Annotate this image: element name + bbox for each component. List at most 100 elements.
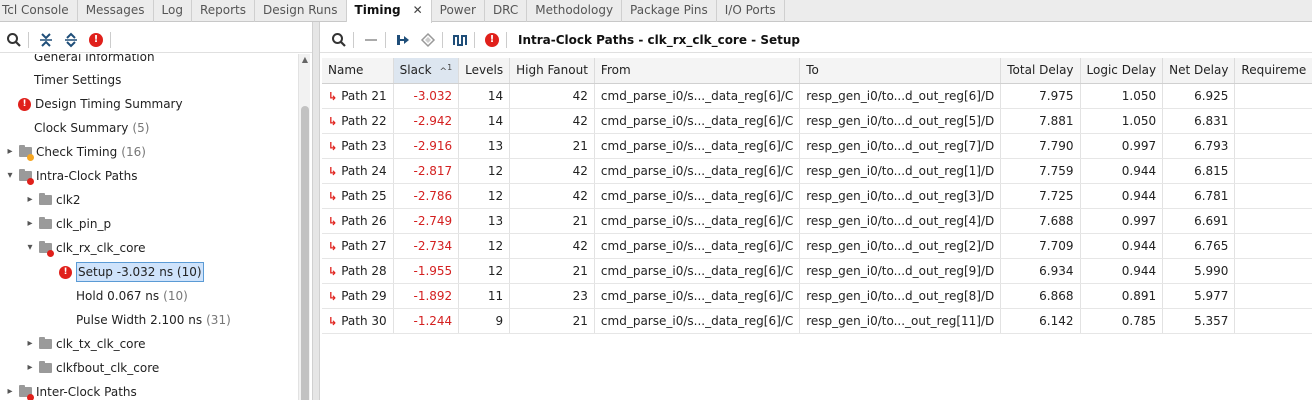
- collapse-all-icon[interactable]: [35, 29, 57, 51]
- chevron-down-icon[interactable]: ▾: [24, 237, 36, 259]
- cell-slack: -3.032: [393, 83, 460, 109]
- cell-name: ↳ Path 21: [322, 83, 394, 109]
- scrollbar-thumb[interactable]: [301, 106, 309, 400]
- chevron-right-icon[interactable]: ▸: [24, 357, 36, 379]
- table-row[interactable]: ↳ Path 28 -1.955 12 21 cmd_parse_i0/s..._data…: [322, 258, 1312, 284]
- column-header-high-fanout[interactable]: High Fanout: [509, 58, 595, 84]
- folder-error-icon: [38, 241, 54, 257]
- tree-item-design-timing-summary[interactable]: ! Design Timing Summary: [18, 93, 183, 115]
- tree-item-setup[interactable]: ! Setup -3.032 ns (10): [59, 261, 204, 283]
- cell-slack: -1.892: [393, 283, 460, 309]
- table-row[interactable]: ↳ Path 30 -1.244 9 21 cmd_parse_i0/s..._data_…: [322, 308, 1312, 334]
- tab-timing-label: Timing: [354, 3, 401, 17]
- cell-net-delay: 5.977: [1162, 283, 1236, 309]
- tab-messages[interactable]: Messages: [78, 0, 154, 22]
- cell-requirement: [1234, 208, 1312, 234]
- tree-item-timer-settings[interactable]: Timer Settings: [34, 69, 121, 91]
- chevron-down-icon[interactable]: ▾: [4, 165, 16, 187]
- pane-splitter[interactable]: [312, 22, 320, 400]
- column-header-slack[interactable]: Slack ^1: [393, 58, 460, 84]
- tab-package-pins[interactable]: Package Pins: [622, 0, 717, 22]
- cell-name: ↳ Path 24: [322, 158, 394, 184]
- search-icon[interactable]: [328, 29, 350, 51]
- tree-item-clk2[interactable]: ▸ clk2: [24, 189, 81, 211]
- tree-item-inter-clock-paths[interactable]: ▸ Inter-Clock Paths: [4, 381, 137, 400]
- column-header-from[interactable]: From: [594, 58, 801, 84]
- search-icon[interactable]: [3, 29, 25, 51]
- cell-levels: 12: [458, 183, 511, 209]
- table-row[interactable]: ↳ Path 26 -2.749 13 21 cmd_parse_i0/s..._data…: [322, 208, 1312, 234]
- tree-item-pulse-width[interactable]: Pulse Width 2.100 ns (31): [76, 309, 231, 331]
- tab-reports[interactable]: Reports: [192, 0, 256, 22]
- waveform-icon[interactable]: [449, 29, 471, 51]
- column-header-name[interactable]: Name: [322, 58, 394, 84]
- chevron-right-icon[interactable]: ▸: [24, 213, 36, 235]
- table-row[interactable]: ↳ Path 27 -2.734 12 42 cmd_parse_i0/s..._data…: [322, 233, 1312, 259]
- column-header-logic-delay[interactable]: Logic Delay: [1080, 58, 1164, 84]
- tree-item-label: Timer Settings: [34, 73, 122, 87]
- tree-item-label: Check Timing: [36, 145, 118, 159]
- cell-logic-delay: 0.891: [1080, 283, 1164, 309]
- table-row[interactable]: ↳ Path 23 -2.916 13 21 cmd_parse_i0/s..._data…: [322, 133, 1312, 159]
- tree-item-label: clk_tx_clk_core: [56, 337, 146, 351]
- chevron-right-icon[interactable]: ▸: [4, 381, 16, 400]
- column-header-to[interactable]: To: [799, 58, 1002, 84]
- tab-io-ports[interactable]: I/O Ports: [717, 0, 785, 22]
- chevron-right-icon[interactable]: ▸: [4, 141, 16, 163]
- tree-item-intra-clock-paths[interactable]: ▾ Intra-Clock Paths: [4, 165, 138, 187]
- cell-requirement: [1234, 108, 1312, 134]
- cell-levels: 13: [458, 133, 511, 159]
- tree-item-count: (5): [132, 121, 150, 135]
- folder-icon: [38, 217, 52, 231]
- cell-from: cmd_parse_i0/s..._data_reg[6]/C: [594, 258, 801, 284]
- toolbar-separator: [506, 31, 507, 48]
- tab-design-runs[interactable]: Design Runs: [255, 0, 347, 22]
- tab-timing[interactable]: Timing ✕: [346, 0, 432, 23]
- column-header-requirement[interactable]: Requireme: [1234, 58, 1312, 84]
- tree-item-clk-tx-clk-core[interactable]: ▸ clk_tx_clk_core: [24, 333, 146, 355]
- chevron-right-icon[interactable]: ▸: [24, 189, 36, 211]
- collapse-icon[interactable]: [360, 29, 382, 51]
- column-header-net-delay[interactable]: Net Delay: [1162, 58, 1236, 84]
- cell-levels: 14: [458, 83, 511, 109]
- table-row[interactable]: ↳ Path 24 -2.817 12 42 cmd_parse_i0/s..._data…: [322, 158, 1312, 184]
- cell-to: resp_gen_i0/to...d_out_reg[5]/D: [799, 108, 1002, 134]
- cell-levels: 13: [458, 208, 511, 234]
- chevron-right-icon[interactable]: ▸: [24, 333, 36, 355]
- cell-requirement: [1234, 308, 1312, 334]
- table-row[interactable]: ↳ Path 25 -2.786 12 42 cmd_parse_i0/s..._data…: [322, 183, 1312, 209]
- tree-item-clk-rx-clk-core[interactable]: ▾ clk_rx_clk_core: [24, 237, 145, 259]
- paths-toolbar: ! Intra-Clock Paths - clk_rx_clk_core - …: [320, 27, 1312, 53]
- tab-tcl-console[interactable]: Tcl Console: [0, 0, 78, 22]
- tab-log[interactable]: Log: [154, 0, 192, 22]
- table-row[interactable]: ↳ Path 29 -1.892 11 23 cmd_parse_i0/s..._data…: [322, 283, 1312, 309]
- error-filter-icon[interactable]: !: [85, 29, 107, 51]
- tree-item-check-timing[interactable]: ▸ Check Timing (16): [4, 141, 146, 163]
- tree-item-hold[interactable]: Hold 0.067 ns (10): [76, 285, 188, 307]
- cell-to: resp_gen_i0/to...d_out_reg[8]/D: [799, 283, 1002, 309]
- highlight-icon[interactable]: [417, 29, 439, 51]
- schematic-icon[interactable]: [392, 29, 414, 51]
- tree-item-clock-summary[interactable]: Clock Summary (5): [34, 117, 149, 139]
- tree-item-clk-pin-p[interactable]: ▸ clk_pin_p: [24, 213, 111, 235]
- tree-item-clkfbout-clk-core[interactable]: ▸ clkfbout_clk_core: [24, 357, 159, 379]
- tab-power[interactable]: Power: [432, 0, 485, 22]
- toolbar-separator: [385, 31, 386, 48]
- tab-drc[interactable]: DRC: [485, 0, 528, 22]
- table-row[interactable]: ↳ Path 22 -2.942 14 42 cmd_parse_i0/s..._data…: [322, 108, 1312, 134]
- expand-all-icon[interactable]: [60, 29, 82, 51]
- tree-item-general-information[interactable]: General Information: [34, 54, 155, 68]
- column-header-total-delay[interactable]: Total Delay: [1000, 58, 1081, 84]
- cell-total-delay: 7.688: [1000, 208, 1081, 234]
- tab-methodology[interactable]: Methodology: [527, 0, 623, 22]
- cell-net-delay: 6.691: [1162, 208, 1236, 234]
- column-header-levels[interactable]: Levels: [458, 58, 511, 84]
- scroll-up-icon[interactable]: ▲: [299, 54, 311, 66]
- tree-scrollbar[interactable]: ▲: [298, 54, 310, 400]
- cell-from: cmd_parse_i0/s..._data_reg[6]/C: [594, 83, 801, 109]
- cell-from: cmd_parse_i0/s..._data_reg[6]/C: [594, 283, 801, 309]
- cell-slack: -2.942: [393, 108, 460, 134]
- table-row[interactable]: ↳ Path 21 -3.032 14 42 cmd_parse_i0/s..._data…: [322, 83, 1312, 109]
- error-filter-icon[interactable]: !: [481, 29, 503, 51]
- close-icon[interactable]: ✕: [413, 3, 423, 17]
